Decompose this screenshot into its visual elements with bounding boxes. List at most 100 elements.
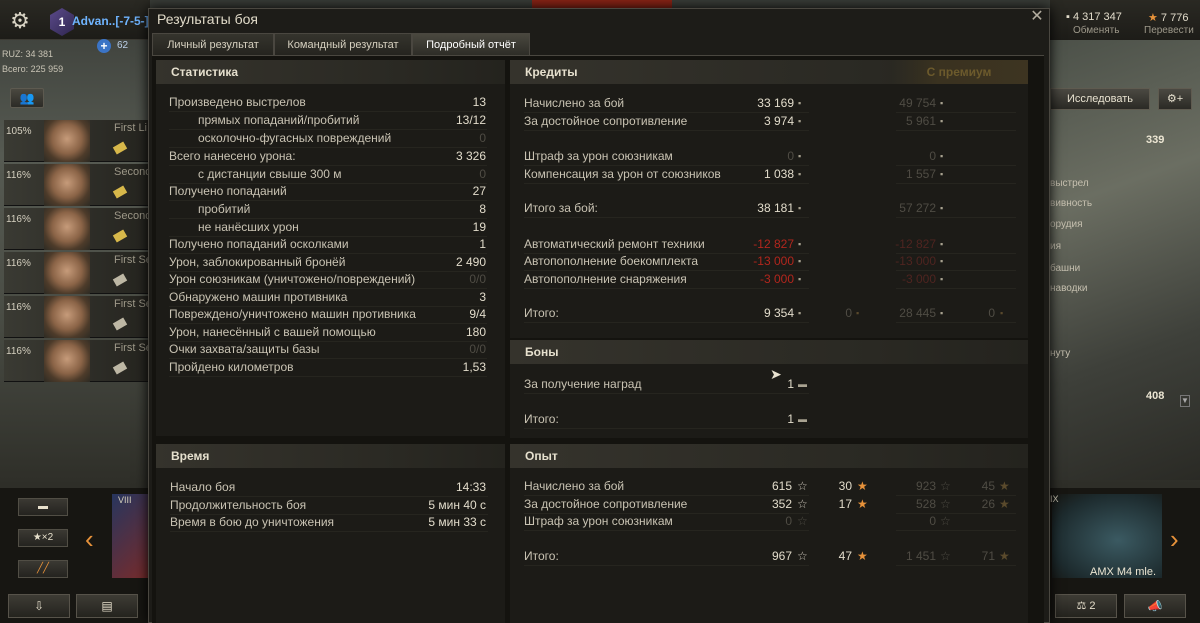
credits-balance[interactable]: ▪ 4 317 347: [1066, 11, 1122, 23]
star-icon: ☆: [940, 497, 951, 511]
crew-rank: First Se: [114, 254, 152, 266]
credit-value: -3 000: [759, 272, 794, 286]
stat-value: 19: [472, 220, 486, 234]
star-icon: ☆: [940, 479, 951, 493]
credit-value: -13 000: [753, 254, 794, 268]
skill-icon: [112, 361, 128, 375]
star-icon: ★: [1148, 12, 1161, 24]
compare-icon[interactable]: ⚙+: [1158, 88, 1192, 110]
tab-team-result[interactable]: Командный результат: [274, 33, 412, 55]
crew-rank: Second: [114, 210, 152, 222]
stat-value: 0/0: [469, 342, 486, 356]
premium-header: С премиум: [890, 60, 1028, 84]
credit-value: 38 181: [757, 201, 794, 215]
free-xp-value: 47: [838, 549, 852, 563]
crew-button[interactable]: 👥: [10, 88, 44, 108]
credit-label: Компенсация за урон от союзников: [524, 167, 721, 181]
stat-value: 0/0: [469, 272, 486, 286]
premium-credit-value: 49 754: [899, 96, 936, 110]
top-battle-button-strip[interactable]: [532, 0, 672, 8]
credit-value: 33 169: [757, 96, 794, 110]
premium-xp-value: 0: [929, 514, 936, 528]
tank-stat-label: башни: [1050, 263, 1081, 274]
chat-icon[interactable]: ▤: [76, 594, 138, 618]
crew-skill-percent: 116%: [6, 214, 31, 225]
credits-icon: ▪: [940, 98, 944, 108]
horn-icon[interactable]: 📣: [1124, 594, 1186, 618]
star-icon: ☆: [797, 549, 808, 563]
credit-label: Автопополнение снаряжения: [524, 272, 687, 286]
row-divider: [896, 130, 1016, 131]
tank-stat-label: ия: [1050, 241, 1062, 252]
tab-personal-result[interactable]: Личный результат: [152, 33, 274, 55]
star-icon: ★: [857, 479, 868, 493]
chevron-right-icon[interactable]: ›: [1170, 524, 1179, 555]
tank-stat-label: выстрел: [1050, 178, 1089, 189]
xp-label: Штраф за урон союзникам: [524, 514, 673, 528]
stat-label: Получено попаданий осколками: [169, 237, 349, 251]
row-divider: [896, 322, 1016, 323]
free-xp-value: 30: [838, 479, 852, 493]
credit-label: Автопополнение боекомплекта: [524, 254, 698, 268]
credit-value: -12 827: [753, 237, 794, 251]
bond-icon: ▬: [798, 379, 807, 389]
research-button[interactable]: Исследовать: [1050, 88, 1150, 110]
crew-member[interactable]: 116% Second: [4, 208, 152, 250]
x2-filter-button[interactable]: ★×2: [18, 529, 68, 547]
credit-value: 3 974: [763, 114, 794, 128]
premium-free-xp-value: 71: [981, 549, 995, 563]
premium-credit-value: 1 557: [905, 167, 936, 181]
time-value: 5 мин 33 с: [428, 515, 486, 529]
premium-credit-value: -3 000: [901, 272, 936, 286]
xp-header: Опыт: [510, 444, 1028, 468]
credits-icon: ▪: [798, 308, 802, 318]
xp-label: За достойное сопротивление: [524, 497, 688, 511]
star-icon: ☆: [797, 514, 808, 528]
plus-icon[interactable]: +: [97, 39, 111, 53]
time-label: Продолжительность боя: [170, 498, 307, 512]
row-divider: [524, 217, 809, 218]
close-icon[interactable]: ✕: [1028, 8, 1046, 26]
stat-label: Повреждено/уничтожено машин противника: [169, 307, 416, 321]
bonds-header: Боны: [510, 340, 1028, 364]
skill-icon: [112, 229, 128, 243]
scales-icon: ⚖: [1076, 600, 1090, 612]
credits-icon: ▪: [798, 151, 802, 161]
player-name[interactable]: Advan..[-7-5-]: [72, 14, 149, 28]
exchange-link[interactable]: Обменять: [1073, 25, 1119, 36]
credits-icon: ▪: [940, 151, 944, 161]
stripe-filter-button[interactable]: ╱╱: [18, 560, 68, 578]
crew-member[interactable]: 116% First Se: [4, 296, 152, 338]
credits-icon: ▪: [798, 203, 802, 213]
tank-stat-label: наводки: [1050, 283, 1088, 294]
compare-button[interactable]: ⚖ 2: [1055, 594, 1117, 618]
crew-member[interactable]: 105% First Li: [4, 120, 150, 162]
tank-card[interactable]: [112, 494, 150, 578]
premium-gold-value: 0: [988, 306, 995, 320]
row-divider: [896, 183, 1016, 184]
tank-stat-label: нуту: [1050, 348, 1071, 359]
crew-member[interactable]: 116% Second: [4, 164, 151, 206]
credits-icon: ▪: [798, 116, 802, 126]
crew-member[interactable]: 116% First Se: [4, 340, 152, 382]
chevron-down-icon[interactable]: ▼: [1180, 395, 1190, 407]
credits-icon: ▪: [940, 274, 944, 284]
tab-detailed-report[interactable]: Подробный отчёт: [412, 33, 530, 55]
tank-filter-button[interactable]: ▬: [18, 498, 68, 516]
stat-label: пробитий: [198, 202, 251, 216]
time-label: Время в бою до уничтожения: [170, 515, 335, 529]
chevron-left-icon[interactable]: ‹: [85, 524, 94, 555]
crew-skill-percent: 105%: [6, 126, 32, 137]
download-icon[interactable]: ⇩: [8, 594, 70, 618]
row-divider: [524, 183, 809, 184]
time-label: Начало боя: [170, 480, 236, 494]
crew-member[interactable]: 116% First Se: [4, 252, 152, 294]
gold-balance[interactable]: ★ 7 776: [1148, 11, 1188, 24]
tank-stat-label: орудия: [1050, 219, 1083, 230]
transfer-link[interactable]: Перевести: [1144, 25, 1194, 36]
star-icon: ☆: [797, 497, 808, 511]
xp-value: 352: [771, 497, 792, 511]
window-title: Результаты боя: [157, 11, 259, 27]
gear-icon[interactable]: ⚙: [8, 9, 32, 33]
row-divider: [524, 322, 809, 323]
